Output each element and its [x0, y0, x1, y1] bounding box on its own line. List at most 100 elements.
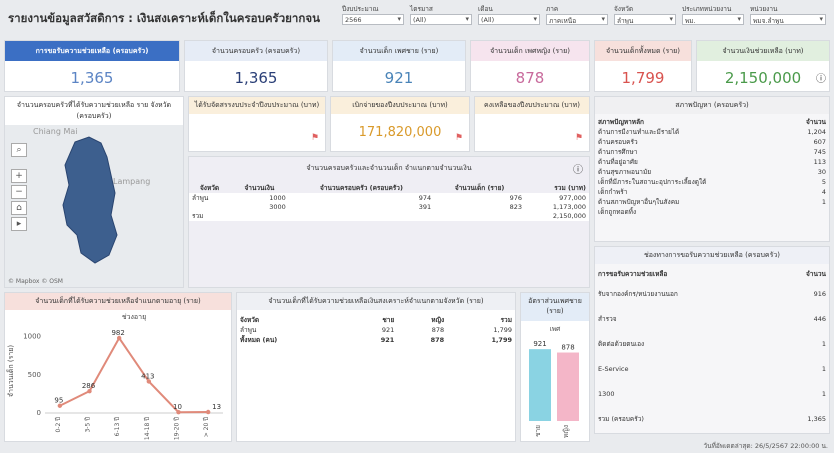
filter-quarter-select[interactable]: (All): [410, 14, 472, 25]
table-row[interactable]: ลำพูน 921 878 1,799: [237, 325, 515, 335]
filter-agency-type-select[interactable]: พม.: [682, 14, 744, 25]
budget-disbursed-value: 171,820,000: [358, 125, 442, 140]
table-row[interactable]: เด็กถูกทอดทิ้ง: [595, 207, 829, 217]
map-panel: จำนวนครอบครัวที่ได้รับความช่วยเหลือ ราย …: [4, 96, 184, 288]
table-total-row[interactable]: รวม 2,150,000: [189, 211, 589, 221]
data-label: 982: [111, 329, 124, 337]
y-axis-title: จำนวนเด็ก (ราย): [6, 345, 15, 397]
map-play-icon[interactable]: ▸: [11, 217, 27, 231]
table-header-row: การขอรับความช่วยเหลือ จำนวน: [598, 270, 826, 278]
problems-panel: สภาพปัญหา (ครอบครัว) สภาพปัญหาหลัก จำนวน …: [594, 96, 830, 242]
kpi-requests: การขอรับความช่วยเหลือ (ครอบครัว) 1,365: [4, 40, 180, 92]
data-label: 878: [561, 344, 574, 352]
info-icon[interactable]: ⓘ: [573, 161, 583, 176]
table-row[interactable]: สำรวจ 446: [595, 306, 829, 331]
table-row[interactable]: เด็กกำพร้า 4: [595, 187, 829, 197]
table-header-row: สภาพปัญหาหลัก จำนวน: [598, 118, 826, 126]
info-icon[interactable]: ⓘ: [816, 70, 826, 85]
map-zoom-in-icon[interactable]: +: [11, 169, 27, 183]
map-attribution: © Mapbox © OSM: [8, 278, 63, 285]
kpi-families-value: 1,365: [234, 69, 278, 87]
map-zoom-out-icon[interactable]: −: [11, 185, 27, 199]
data-label: 95: [54, 397, 63, 405]
filter-province-select[interactable]: ลำพูน: [614, 14, 676, 25]
table-row[interactable]: รับจากองค์กร/หน่วยงานนอก 916: [595, 281, 829, 306]
map-home-icon[interactable]: ⌂: [11, 201, 27, 215]
filter-fiscal-year-select[interactable]: 2566: [342, 14, 404, 25]
filter-agency[interactable]: หน่วยงาน พมจ.ลำพูน: [750, 4, 826, 25]
channels-title: ช่องทางการขอรับความช่วยเหลือ (ครอบครัว): [595, 247, 829, 264]
x-tick-label: 19-20 ปี: [173, 417, 181, 440]
filter-month-select[interactable]: (All): [478, 14, 540, 25]
table-total-row[interactable]: รวม (ครอบครัว) 1,365: [595, 406, 829, 431]
province-shape[interactable]: [5, 97, 184, 288]
table-row[interactable]: เด็กที่มีภาระในสถานะอุปการะเลี้ยงดูใต้ 5: [595, 177, 829, 187]
filter-agency-type[interactable]: ประเภทหน่วยงาน พม.: [682, 4, 744, 25]
table-row[interactable]: ด้านการมีงานทำและมีรายได้ 1,204: [595, 127, 829, 137]
budget-received: ได้รับจัดสรรงบประจำปีงบประมาณ (บาท) ⚑: [188, 96, 326, 152]
kpi-families: จำนวนครอบครัว (ครอบครัว) 1,365: [184, 40, 328, 92]
table-row[interactable]: ด้านสภาพปัญหาอื่นๆในสังคม 1: [595, 197, 829, 207]
x-tick-label: 3-5 ปี: [84, 417, 92, 433]
problems-table: สภาพปัญหาหลัก จำนวน ด้านการมีงานทำและมีรา…: [595, 117, 829, 217]
kpi-children-total: จำนวนเด็กทั้งหมด (ราย) 1,799: [594, 40, 692, 92]
kpi-girls-value: 878: [515, 69, 545, 87]
y-tick-label: 0: [37, 409, 41, 417]
table-total-row[interactable]: ทั้งหมด (คน) 921 878 1,799: [237, 335, 515, 345]
y-tick-label: 500: [28, 371, 41, 379]
map-search-icon[interactable]: ⌕: [11, 143, 27, 157]
x-tick-label: หญิง: [562, 425, 570, 438]
data-label: 10: [173, 403, 182, 411]
last-updated: วันที่อัพเดตล่าสุด: 26/5/2567 22:00:00 น…: [703, 442, 828, 450]
x-tick-label: > 20 ปี: [202, 417, 210, 437]
table-row[interactable]: ด้านที่อยู่อาศัย 113: [595, 157, 829, 167]
table-row[interactable]: ด้านสุขภาพอนามัย 30: [595, 167, 829, 177]
alert-icon: ⚑: [454, 133, 463, 143]
filter-province[interactable]: จังหวัด ลำพูน: [614, 4, 676, 25]
gender-ratio-panel: อัตราส่วนเพศชาย (ราย) เพศ 921 ชาย 878 หญิง: [520, 292, 590, 442]
data-label: 13: [212, 403, 221, 411]
alert-icon: ⚑: [574, 133, 583, 143]
table-row[interactable]: ด้านครอบครัว 607: [595, 137, 829, 147]
x-axis-title: ช่วงอายุ: [122, 313, 146, 321]
kpi-children-total-value: 1,799: [621, 69, 665, 87]
data-label: 286: [82, 382, 96, 390]
filter-agency-select[interactable]: พมจ.ลำพูน: [750, 14, 826, 25]
series-line: [59, 336, 209, 414]
budget-remaining: คงเหลือของปีงบประมาณ (บาท) ⚑: [474, 96, 590, 152]
age-line-chart: ช่วงอายุจำนวนเด็ก (ราย) 0 500 1000 95 0-2 ปี 2…: [6, 313, 223, 440]
problems-title: สภาพปัญหา (ครอบครัว): [595, 97, 829, 114]
y-axis-title: เพศ: [550, 325, 562, 333]
table-row[interactable]: ติดต่อด้วยตนเอง 1: [595, 331, 829, 356]
filter-month[interactable]: เดือน (All): [478, 4, 540, 25]
kpi-amount: จำนวนเงินช่วยเหลือ (บาท) 2,150,000 ⓘ: [696, 40, 830, 92]
table-row[interactable]: E-Service 1: [595, 356, 829, 381]
table-row[interactable]: ลำพูน 1000 974 976 977,000: [189, 193, 589, 203]
table-row[interactable]: 3000 391 823 1,173,000: [189, 203, 589, 211]
alert-icon: ⚑: [310, 133, 319, 143]
data-label: 921: [533, 340, 546, 348]
table-header-row: จังหวัด ชาย หญิง รวม: [240, 316, 512, 324]
amount-table-title: จำนวนครอบครัวและจำนวนเด็ก จำแนกตามจำนวนเ…: [306, 164, 472, 172]
filter-region[interactable]: ภาค ภาคเหนือ: [546, 4, 608, 25]
gender-ratio-title: อัตราส่วนเพศชาย (ราย): [521, 293, 589, 321]
kpi-requests-value: 1,365: [70, 69, 114, 87]
channels-panel: ช่องทางการขอรับความช่วยเหลือ (ครอบครัว) …: [594, 246, 830, 434]
table-row[interactable]: 1300 1: [595, 381, 829, 406]
filter-quarter[interactable]: ไตรมาส (All): [410, 4, 472, 25]
kpi-girls: จำนวนเด็ก เพศหญิง (ราย) 878: [470, 40, 590, 92]
channels-table: การขอรับความช่วยเหลือ จำนวน รับจากองค์กร/…: [595, 267, 829, 431]
table-row[interactable]: ด้านการศึกษา 745: [595, 147, 829, 157]
filter-region-select[interactable]: ภาคเหนือ: [546, 14, 608, 25]
filter-fiscal-year[interactable]: ปีงบประมาณ 2566: [342, 4, 404, 25]
budget-disbursed: เบิกจ่ายของปีงบประมาณ (บาท) 171,820,000 ⚑: [330, 96, 470, 152]
x-tick-label: 0-2 ปี: [54, 417, 62, 433]
gender-table-panel: จำนวนเด็กที่ได้รับความช่วยเหลือเงินสงเคร…: [236, 292, 516, 442]
gender-table: จังหวัด ชาย หญิง รวม ลำพูน 921 878 1,799 ทั้งห…: [237, 315, 515, 345]
gender-table-title: จำนวนเด็กที่ได้รับความช่วยเหลือเงินสงเคร…: [237, 293, 515, 310]
table-header-row: จังหวัด จำนวนเงิน จำนวนครอบครัว (ครอบครัว)…: [199, 184, 586, 192]
data-label: 413: [141, 372, 154, 380]
kpi-boys-value: 921: [384, 69, 414, 87]
age-chart-panel: จำนวนเด็กที่ได้รับความช่วยเหลือจำแนกตามอ…: [4, 292, 232, 442]
age-chart-title: จำนวนเด็กที่ได้รับความช่วยเหลือจำแนกตามอ…: [5, 293, 231, 310]
